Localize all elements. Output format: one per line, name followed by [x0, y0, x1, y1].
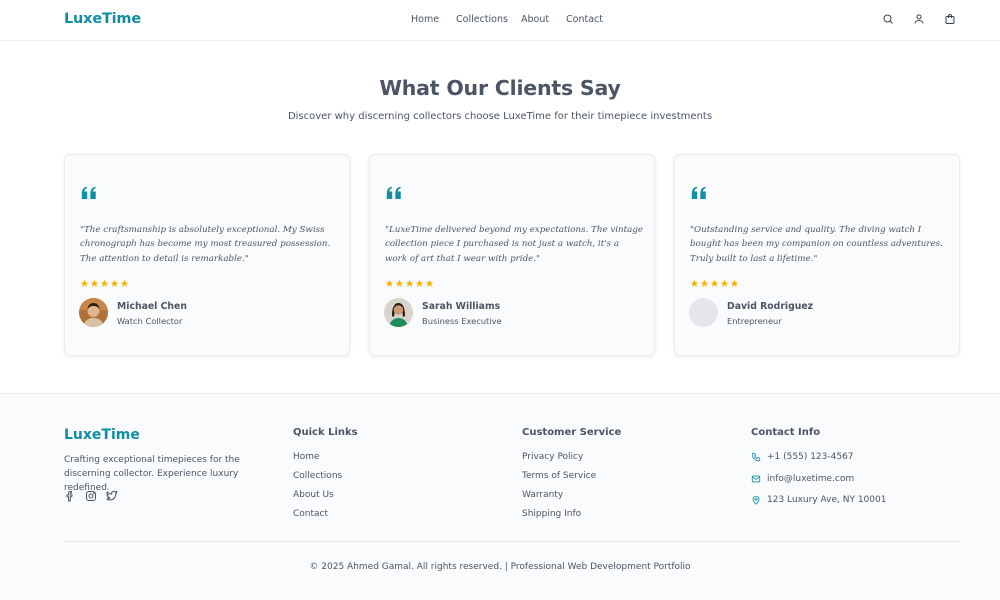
- star-icon: [90, 279, 99, 288]
- customer-service-heading: Customer Service: [522, 427, 622, 438]
- footer-link-home[interactable]: Home: [293, 452, 320, 462]
- star-icon: [700, 279, 709, 288]
- client-role: Watch Collector: [117, 316, 183, 326]
- quote-icon: [385, 186, 403, 200]
- contact-info-heading: Contact Info: [751, 427, 821, 438]
- testimonial-quote: "The craftsmanship is absolutely excepti…: [80, 225, 331, 264]
- client-name: Sarah Williams: [422, 301, 501, 312]
- star-icon: [690, 279, 699, 288]
- footer-link-about[interactable]: About Us: [293, 490, 334, 500]
- avatar-placeholder: [689, 298, 718, 327]
- footer-link-warranty[interactable]: Warranty: [522, 490, 563, 500]
- facebook-icon[interactable]: [64, 490, 76, 502]
- client-name: David Rodriguez: [727, 301, 814, 312]
- star-rating: [690, 279, 739, 289]
- section-subtitle: Discover why discerning collectors choos…: [287, 111, 713, 122]
- star-icon: [405, 279, 414, 288]
- map-pin-icon: [751, 495, 761, 505]
- client-role: Entrepreneur: [727, 316, 782, 326]
- testimonial-quote: "Outstanding service and quality. The di…: [690, 225, 943, 264]
- nav-collections[interactable]: Collections: [456, 14, 508, 25]
- star-icon: [80, 279, 89, 288]
- footer-description: Crafting exceptional timepieces for the …: [64, 455, 240, 493]
- site-header: LuxeTime Home Collections About Contact: [0, 0, 1000, 41]
- nav-about[interactable]: About: [521, 14, 549, 25]
- client-role: Business Executive: [422, 316, 502, 326]
- footer-logo[interactable]: LuxeTime: [64, 427, 140, 443]
- avatar: [384, 298, 413, 327]
- star-icon: [720, 279, 729, 288]
- footer-link-terms[interactable]: Terms of Service: [522, 471, 596, 481]
- star-icon: [100, 279, 109, 288]
- copyright-text: © 2025 Ahmed Gamal. All rights reserved.…: [309, 562, 691, 572]
- star-rating: [385, 279, 434, 289]
- testimonial-quote: "LuxeTime delivered beyond my expectatio…: [385, 225, 644, 264]
- footer-link-privacy[interactable]: Privacy Policy: [522, 452, 583, 462]
- section-title: What Our Clients Say: [379, 76, 621, 100]
- mail-icon: [751, 474, 761, 484]
- user-icon[interactable]: [913, 13, 925, 25]
- footer-link-contact[interactable]: Contact: [293, 509, 328, 519]
- testimonial-card: "The craftsmanship is absolutely excepti…: [64, 154, 350, 356]
- instagram-icon[interactable]: [85, 490, 97, 502]
- avatar: [79, 298, 108, 327]
- twitter-icon[interactable]: [106, 490, 118, 502]
- contact-phone[interactable]: +1 (555) 123-4567: [767, 452, 854, 462]
- search-icon[interactable]: [882, 13, 894, 25]
- testimonial-card: "Outstanding service and quality. The di…: [674, 154, 960, 356]
- footer-divider: [64, 541, 960, 542]
- nav-home[interactable]: Home: [411, 14, 439, 25]
- star-icon: [120, 279, 129, 288]
- phone-icon: [751, 452, 761, 462]
- star-icon: [385, 279, 394, 288]
- contact-email[interactable]: info@luxetime.com: [767, 474, 854, 484]
- nav-contact[interactable]: Contact: [566, 14, 603, 25]
- quote-icon: [80, 186, 98, 200]
- quote-icon: [690, 186, 708, 200]
- main-nav: Home Collections About Contact: [0, 14, 1000, 28]
- shopping-bag-icon[interactable]: [944, 13, 956, 25]
- contact-address: 123 Luxury Ave, NY 10001: [767, 495, 887, 505]
- footer-link-shipping[interactable]: Shipping Info: [522, 509, 581, 519]
- star-icon: [415, 279, 424, 288]
- client-name: Michael Chen: [117, 301, 187, 312]
- star-icon: [110, 279, 119, 288]
- star-icon: [395, 279, 404, 288]
- site-footer: LuxeTime Crafting exceptional timepieces…: [0, 393, 1000, 600]
- star-icon: [710, 279, 719, 288]
- footer-link-collections[interactable]: Collections: [293, 471, 342, 481]
- star-rating: [80, 279, 129, 289]
- star-icon: [730, 279, 739, 288]
- quick-links-heading: Quick Links: [293, 427, 358, 438]
- testimonial-card: "LuxeTime delivered beyond my expectatio…: [369, 154, 655, 356]
- star-icon: [425, 279, 434, 288]
